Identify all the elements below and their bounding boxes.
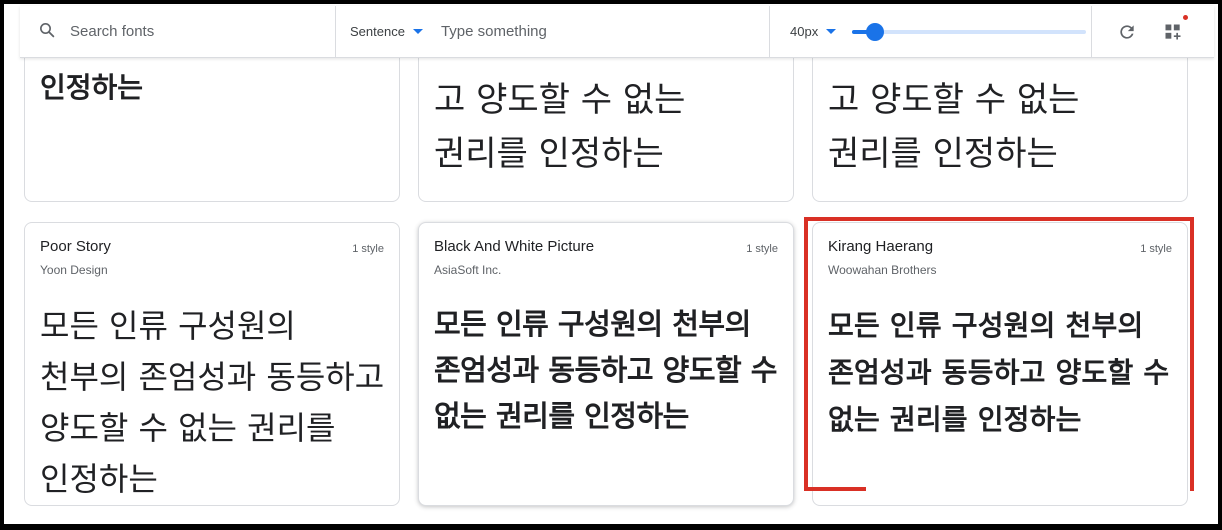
font-sample-text: 인정하는 (40, 71, 144, 104)
font-name[interactable]: Black And White Picture (434, 238, 594, 255)
font-sample-text: 고 양도할 수 없는 권리를 인정하는 (828, 80, 1080, 174)
search-icon (38, 21, 56, 43)
preview-mode-label: Sentence (350, 24, 405, 39)
slider-thumb[interactable] (866, 22, 885, 41)
screenshot-frame: Search fonts Sentence Type something 40p… (0, 0, 1222, 530)
font-size-slider[interactable] (852, 22, 1087, 42)
preview-mode-select[interactable]: Sentence (350, 24, 423, 39)
notification-dot (1183, 14, 1188, 20)
font-sample-text: 모든 인류 구성원의 천부의 존엄성과 동등하고 양도할 수 없는 권리를 인정… (40, 307, 385, 498)
display-mode-button[interactable] (1160, 14, 1188, 45)
font-sample-text: 모든 인류 구성원의 천부의 존엄성과 동등하고 양도할 수 없는 권리를 인정… (434, 307, 777, 433)
search-input[interactable]: Search fonts (70, 23, 154, 40)
font-designer: AsiaSoft Inc. (434, 263, 502, 277)
preview-text-bar: Sentence Type something (336, 6, 770, 57)
refresh-icon (1120, 24, 1134, 39)
caret-down-icon (826, 29, 837, 34)
font-size-label: 40px (790, 24, 819, 39)
font-size-select[interactable]: 40px (790, 24, 837, 39)
style-count: 1 style (746, 243, 778, 255)
font-name[interactable]: Poor Story (40, 238, 111, 255)
font-size-bar: 40px (770, 6, 1092, 57)
font-sample-text: 고 양도할 수 없는 권리를 인정하는 (434, 80, 686, 174)
highlight-box-bottom-edge (804, 487, 866, 491)
font-card-black-and-white-picture[interactable]: Black And White Picture AsiaSoft Inc. 1 … (418, 222, 794, 506)
toolbar-actions (1092, 6, 1214, 57)
grid-add-icon (1165, 24, 1181, 39)
caret-down-icon (412, 29, 423, 34)
preview-text-input[interactable]: Type something (441, 23, 547, 40)
highlight-box (804, 217, 1194, 491)
font-card-poor-story[interactable]: Poor Story Yoon Design 1 style 모든 인류 구성원… (24, 222, 400, 506)
slider-track (852, 29, 1087, 34)
font-designer: Yoon Design (40, 263, 108, 277)
search-field[interactable]: Search fonts (20, 6, 336, 57)
toolbar: Search fonts Sentence Type something 40p… (20, 6, 1214, 58)
refresh-button[interactable] (1114, 19, 1140, 45)
style-count: 1 style (352, 243, 384, 255)
